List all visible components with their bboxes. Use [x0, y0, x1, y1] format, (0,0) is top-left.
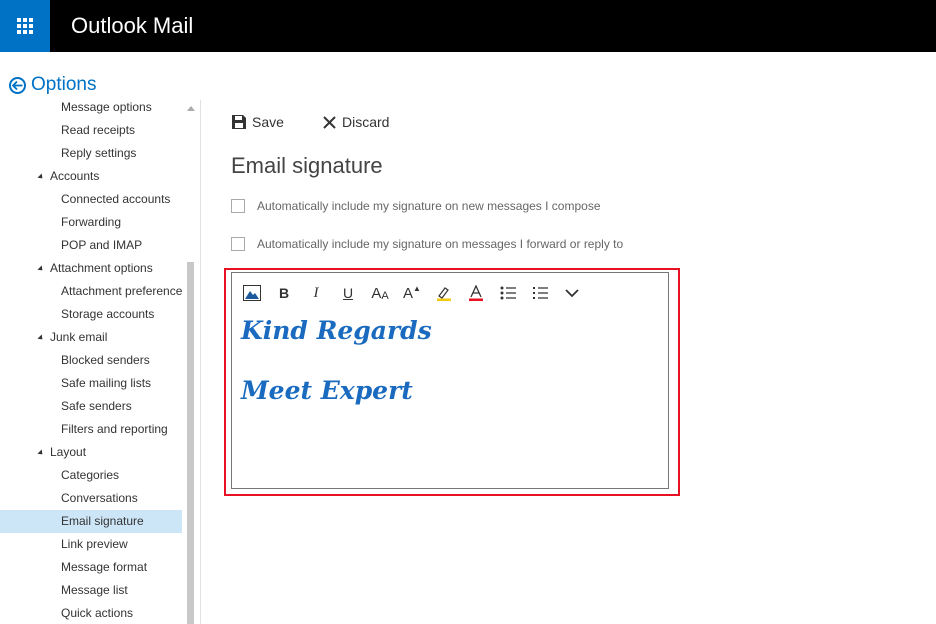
app-title: Outlook Mail	[71, 13, 194, 38]
sidebar-group-label: Accounts	[50, 169, 100, 183]
chevron-down-icon[interactable]	[556, 281, 588, 305]
sidebar-item-attachment-preferences[interactable]: Attachment preferences	[0, 280, 182, 303]
sidebar-item-email-signature[interactable]: Email signature	[0, 510, 182, 533]
options-back-button[interactable]: Options	[9, 74, 96, 96]
sidebar-item-label: Quick actions	[61, 606, 134, 620]
sidebar-item-label: Safe senders	[61, 399, 132, 413]
underline-icon[interactable]: U	[332, 281, 364, 305]
sidebar-item-storage-accounts[interactable]: Storage accounts	[0, 303, 182, 326]
sidebar-item-label: Safe mailing lists	[61, 376, 152, 390]
top-bar: Outlook Mail	[0, 0, 936, 52]
save-button[interactable]: Save	[232, 114, 284, 130]
italic-icon[interactable]: I	[300, 281, 332, 305]
discard-label: Discard	[342, 114, 390, 130]
expanded-triangle-icon	[37, 173, 45, 181]
sidebar-item-filters-reporting[interactable]: Filters and reporting	[0, 418, 182, 441]
sidebar-item-link-preview[interactable]: Link preview	[0, 533, 182, 556]
sidebar-item-label: Conversations	[61, 491, 138, 505]
sidebar-item-reply-settings[interactable]: Reply settings	[0, 142, 182, 165]
font-color-icon[interactable]	[460, 281, 492, 305]
expanded-triangle-icon	[37, 265, 45, 273]
sidebar-item-quick-actions[interactable]: Quick actions	[0, 602, 182, 624]
bold-icon[interactable]: B	[268, 281, 300, 305]
sidebar-group-label: Junk email	[50, 330, 108, 344]
sidebar-item-label: Filters and reporting	[61, 422, 168, 436]
sidebar-item-message-list[interactable]: Message list	[0, 579, 182, 602]
sidebar-item-message-options[interactable]: Message options	[0, 96, 182, 119]
expanded-triangle-icon	[37, 334, 45, 342]
sidebar-item-label: Read receipts	[61, 123, 136, 137]
waffle-icon	[17, 18, 33, 34]
app-launcher-button[interactable]	[0, 0, 50, 52]
signature-line-1: Kind Regards	[241, 316, 432, 345]
forward-reply-label: Automatically include my signature on me…	[257, 237, 624, 251]
sidebar-item-label: Link preview	[61, 537, 128, 551]
sidebar-item-blocked-senders[interactable]: Blocked senders	[0, 349, 182, 372]
sidebar-item-label: Message options	[61, 100, 152, 114]
sidebar-group-label: Attachment options	[50, 261, 153, 275]
font-size-icon[interactable]: AA	[364, 281, 396, 305]
expanded-triangle-icon	[37, 449, 45, 457]
sidebar-item-safe-senders[interactable]: Safe senders	[0, 395, 182, 418]
formatting-toolbar: B I U AA A ▲	[240, 281, 588, 305]
sidebar-item-message-format[interactable]: Message format	[0, 556, 182, 579]
insert-picture-icon[interactable]	[240, 281, 264, 305]
discard-button[interactable]: Discard	[323, 114, 389, 130]
bullets-icon[interactable]	[492, 281, 524, 305]
signature-line-2: Meet Expert	[241, 376, 413, 405]
sidebar-item-label: Connected accounts	[61, 192, 171, 206]
sidebar-group-label: Layout	[50, 445, 87, 459]
sidebar-group-attachment-options[interactable]: Attachment options	[0, 257, 182, 280]
grow-font-icon[interactable]: A ▲	[396, 281, 428, 305]
numbering-icon[interactable]	[524, 281, 556, 305]
close-icon	[323, 115, 336, 129]
option-forward-reply: Automatically include my signature on me…	[231, 237, 623, 251]
sidebar-item-forwarding[interactable]: Forwarding	[0, 211, 182, 234]
page-title: Email signature	[231, 153, 383, 178]
scroll-up-arrow-icon[interactable]	[187, 106, 195, 111]
forward-reply-checkbox[interactable]	[231, 237, 245, 251]
sidebar-item-categories[interactable]: Categories	[0, 464, 182, 487]
sidebar-item-label: POP and IMAP	[61, 238, 143, 252]
sidebar-item-pop-imap[interactable]: POP and IMAP	[0, 234, 182, 257]
save-icon	[232, 115, 246, 129]
back-arrow-icon	[9, 76, 26, 94]
sidebar-item-connected-accounts[interactable]: Connected accounts	[0, 188, 182, 211]
sidebar-scrollbar[interactable]	[187, 262, 194, 624]
highlight-icon[interactable]	[428, 281, 460, 305]
new-messages-label: Automatically include my signature on ne…	[257, 199, 601, 213]
signature-editor[interactable]: B I U AA A ▲ Kind Regards Meet Expert	[231, 272, 669, 489]
sidebar-item-read-receipts[interactable]: Read receipts	[0, 119, 182, 142]
sidebar-item-label: Storage accounts	[61, 307, 155, 321]
new-messages-checkbox[interactable]	[231, 199, 245, 213]
sidebar-item-conversations[interactable]: Conversations	[0, 487, 182, 510]
option-new-messages: Automatically include my signature on ne…	[231, 199, 601, 213]
pane-divider	[200, 100, 201, 624]
sidebar-item-label: Categories	[61, 468, 120, 482]
sidebar-group-accounts[interactable]: Accounts	[0, 165, 182, 188]
save-label: Save	[252, 114, 284, 130]
sidebar-item-safe-mailing-lists[interactable]: Safe mailing lists	[0, 372, 182, 395]
sidebar-group-layout[interactable]: Layout	[0, 441, 182, 464]
sidebar-item-label: Reply settings	[61, 146, 137, 160]
sidebar-item-label: Attachment preferences	[61, 284, 182, 298]
options-label: Options	[31, 74, 97, 95]
options-sidebar: Message options Read receipts Reply sett…	[0, 96, 182, 624]
sidebar-item-label: Message list	[61, 583, 128, 597]
sidebar-group-junk-email[interactable]: Junk email	[0, 326, 182, 349]
sidebar-item-label: Blocked senders	[61, 353, 150, 367]
sidebar-item-label: Email signature	[61, 514, 144, 528]
sidebar-item-label: Message format	[61, 560, 148, 574]
sidebar-item-label: Forwarding	[61, 215, 122, 229]
